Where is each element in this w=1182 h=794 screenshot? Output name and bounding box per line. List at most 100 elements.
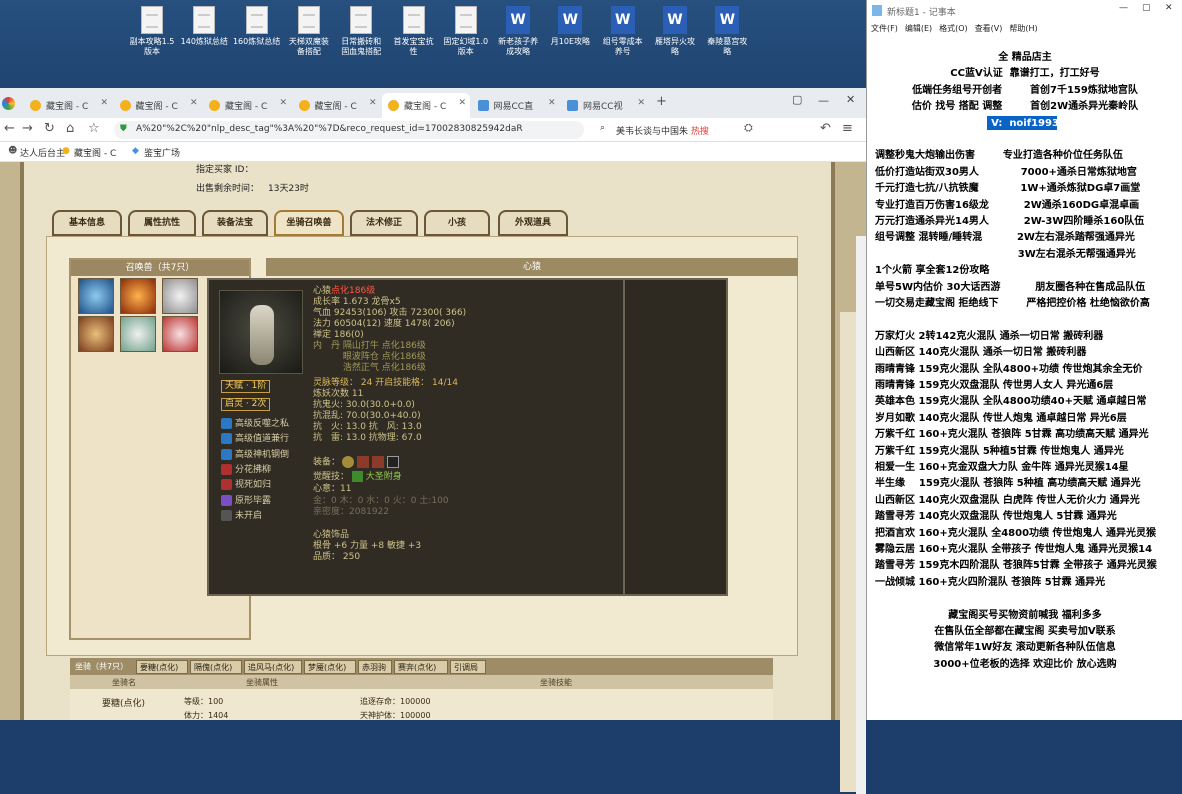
pet-avatar[interactable] (78, 316, 114, 352)
undo-icon[interactable]: ↶ (820, 121, 831, 136)
mount-tab[interactable]: 追风马(点化) (244, 660, 302, 674)
page-tab[interactable]: 坐骑召唤兽 (274, 210, 344, 236)
gem-icon: ◆ (132, 146, 139, 156)
tab-close-icon[interactable]: ✕ (458, 98, 466, 108)
pet-avatar[interactable] (162, 278, 198, 314)
mount-tab[interactable]: 引调局 (450, 660, 486, 674)
home-icon[interactable]: ⌂ (66, 121, 74, 136)
back-icon[interactable]: ← (4, 121, 15, 136)
notepad-line: 调整秒鬼大炮输出伤害 专业打造各种价位任务队伍 (875, 150, 1123, 162)
new-tab-icon[interactable]: + (656, 94, 667, 109)
pet-avatar[interactable] (78, 278, 114, 314)
np-minimize-icon[interactable]: — (1119, 3, 1128, 13)
page-scrollbar[interactable] (856, 236, 866, 794)
bookmark-item[interactable]: 鉴宝广场 (144, 146, 180, 159)
np-close-icon[interactable]: ✕ (1165, 3, 1173, 13)
url-input[interactable]: ⛊ A%20"%2C%20"nlp_desc_tag"%3A%20"%7D&rec… (114, 121, 584, 139)
col-mount-skill: 坐骑技能 (540, 678, 572, 687)
desktop-icon[interactable]: 首发宝宝抗 性 (384, 4, 444, 57)
mount-tab[interactable]: 赛奔(点化) (394, 660, 448, 674)
mount-stamina: 体力：1404 (184, 711, 229, 720)
tab-close-icon[interactable]: ✕ (279, 98, 287, 108)
awaken-value: 大圣附身 (365, 472, 402, 482)
skill-icon (221, 418, 232, 429)
notepad-line: 千元打造七抗/八抗铁魔 1W+通杀炼狱DG卓7画堂 (875, 183, 1141, 195)
notepad-line: 雨晴青锋 159克火混队 全队4800+功绩 传世炮其余全无价 (875, 363, 1143, 375)
skill-icon (221, 448, 232, 460)
desktop-icon[interactable]: W 新老孩子养 成攻略 (488, 4, 548, 57)
browser-tab[interactable]: 藏宝阁 - C ✕ (114, 93, 202, 118)
desktop-icon[interactable]: 160炼狱总结 (227, 4, 287, 47)
pet-avatar[interactable] (120, 278, 156, 314)
notepad-menu-item[interactable]: 查看(V) (975, 24, 1003, 33)
bookmark-item[interactable]: 藏宝阁 - C (74, 146, 116, 159)
browser-tab[interactable]: 网易CC视 ✕ (561, 93, 649, 118)
document-file-icon (193, 6, 216, 34)
tab-close-icon[interactable]: ✕ (548, 98, 556, 108)
bookmark-item[interactable]: 达人后台主 (20, 146, 65, 159)
forward-icon[interactable]: → (22, 121, 33, 136)
mount-tabs: 坐骑（共7只） 要糖(点化) 隔傀(点化) 追风马(点化) 梦魇(点化) 赤羽驹 赛奔(点化… (70, 658, 773, 675)
browser-tab[interactable]: 藏宝阁 - C ✕ (293, 93, 381, 118)
notepad-menu-item[interactable]: 格式(O) (939, 24, 968, 33)
desktop-icon[interactable]: 日常搬砖和 固血鬼搭配 (331, 4, 391, 57)
desktop-icon[interactable]: 天梯双魔装 备搭配 (279, 4, 339, 57)
tab-close-icon[interactable]: ✕ (100, 98, 108, 108)
search-input[interactable]: ⌕ 美韦长谈与中国朱 热搜 (596, 121, 736, 139)
notepad-line: 山西新区 140克火混队 通杀一切日常 搬砖利器 (875, 347, 1087, 359)
notepad-text[interactable]: 全 精品店主 CC蓝V认证 靠谱打工，打工好号 低端任务组号开创者 首创7千159炼… (867, 44, 1182, 720)
page-tab[interactable]: 属性抗性 (128, 210, 196, 236)
page-tab[interactable]: 外观道具 (498, 210, 568, 236)
mount-tab[interactable]: 赤羽驹 (358, 660, 392, 674)
tab-close-icon[interactable]: ✕ (369, 98, 377, 108)
desktop-icon[interactable]: W 组号零成本 养号 (593, 4, 653, 57)
remaining-label: 出售剩余时间： (196, 184, 260, 194)
browser-tab[interactable]: 网易CC直 ✕ (472, 93, 560, 118)
notepad-menu-item[interactable]: 帮助(H) (1009, 24, 1037, 33)
mount-tab[interactable]: 坐骑（共7只） (72, 660, 134, 674)
browser-tab[interactable]: 藏宝阁 - C ✕ (382, 93, 470, 118)
desktop-icon[interactable]: 副本攻略1.5 版本 (122, 4, 182, 57)
document-file-icon (402, 6, 425, 34)
page-tab[interactable]: 法术修正 (350, 210, 418, 236)
notepad-line: 雾隐云居 160+克火混队 全带孩子 传世炮人鬼 通异光灵猴14 (875, 544, 1153, 555)
extension-icon[interactable]: ⛭ (744, 121, 753, 135)
menu-icon[interactable]: ≡ (842, 121, 853, 136)
maximize-icon[interactable]: ▢ (792, 93, 802, 106)
notepad-line: 踏雪寻芳 140克火双盘混队 传世炮鬼人 5甘霖 通异光 (875, 511, 1117, 523)
skill-item: 高级神机钢倒 (221, 448, 289, 461)
page-tab[interactable]: 小孩 (424, 210, 490, 236)
mount-tab[interactable]: 隔傀(点化) (190, 660, 242, 674)
desktop-icon[interactable]: 固定幻域1.0 版本 (436, 4, 496, 57)
desktop-icon[interactable]: W 月10E攻略 (540, 4, 600, 47)
notepad-line: 相爱一生 160+克金双盘大力队 金牛阵 通异光灵猴14星 (875, 462, 1129, 473)
notepad-menu-item[interactable]: 编辑(E) (905, 24, 932, 33)
notepad-line: 英雄本色 159克火混队 全队4800功绩40+天赋 通卓越日常 (875, 396, 1147, 408)
tab-close-icon[interactable]: ✕ (190, 98, 198, 108)
pet-avatar[interactable] (162, 316, 198, 352)
tooltip-line: 眼波阵仓 点化186级 (313, 352, 426, 362)
page-tab[interactable]: 基本信息 (52, 210, 122, 236)
close-icon[interactable]: ✕ (846, 93, 855, 106)
star-icon[interactable]: ☆ (88, 121, 100, 136)
desktop-icon[interactable]: W 秦陵墓宫攻 略 (697, 4, 757, 57)
np-maximize-icon[interactable]: ▢ (1142, 3, 1151, 13)
word-file-icon: W (506, 6, 531, 34)
minimize-icon[interactable]: — (818, 94, 829, 107)
mount-tab[interactable]: 梦魇(点化) (304, 660, 356, 674)
desktop-icon-label: 秦陵墓宫攻 略 (707, 37, 748, 56)
cbg-favicon-icon (119, 100, 131, 111)
browser-logo-icon[interactable] (2, 97, 15, 110)
desktop-icon[interactable]: 140炼狱总结 (174, 4, 234, 47)
page-tab[interactable]: 装备法宝 (202, 210, 268, 236)
mount-tab[interactable]: 要糖(点化) (136, 660, 188, 674)
mount-row: 要糖(点化) 等级：100 体力：1404 追逐存命：100000 天神护体：1… (70, 689, 773, 720)
reload-icon[interactable]: ↻ (44, 121, 55, 136)
desktop-icon[interactable]: W 雁塔异火攻 略 (645, 4, 705, 57)
tab-close-icon[interactable]: ✕ (637, 98, 645, 108)
browser-tab[interactable]: 藏宝阁 - C ✕ (203, 93, 291, 118)
pet-avatar[interactable] (120, 316, 156, 352)
browser-tab[interactable]: 藏宝阁 - C ✕ (24, 93, 112, 118)
notepad-menu-item[interactable]: 文件(F) (871, 24, 898, 33)
desktop: 副本攻略1.5 版本 140炼狱总结 160炼狱总结 天梯双魔装 备搭配 日常搬砖和 固… (0, 0, 866, 90)
